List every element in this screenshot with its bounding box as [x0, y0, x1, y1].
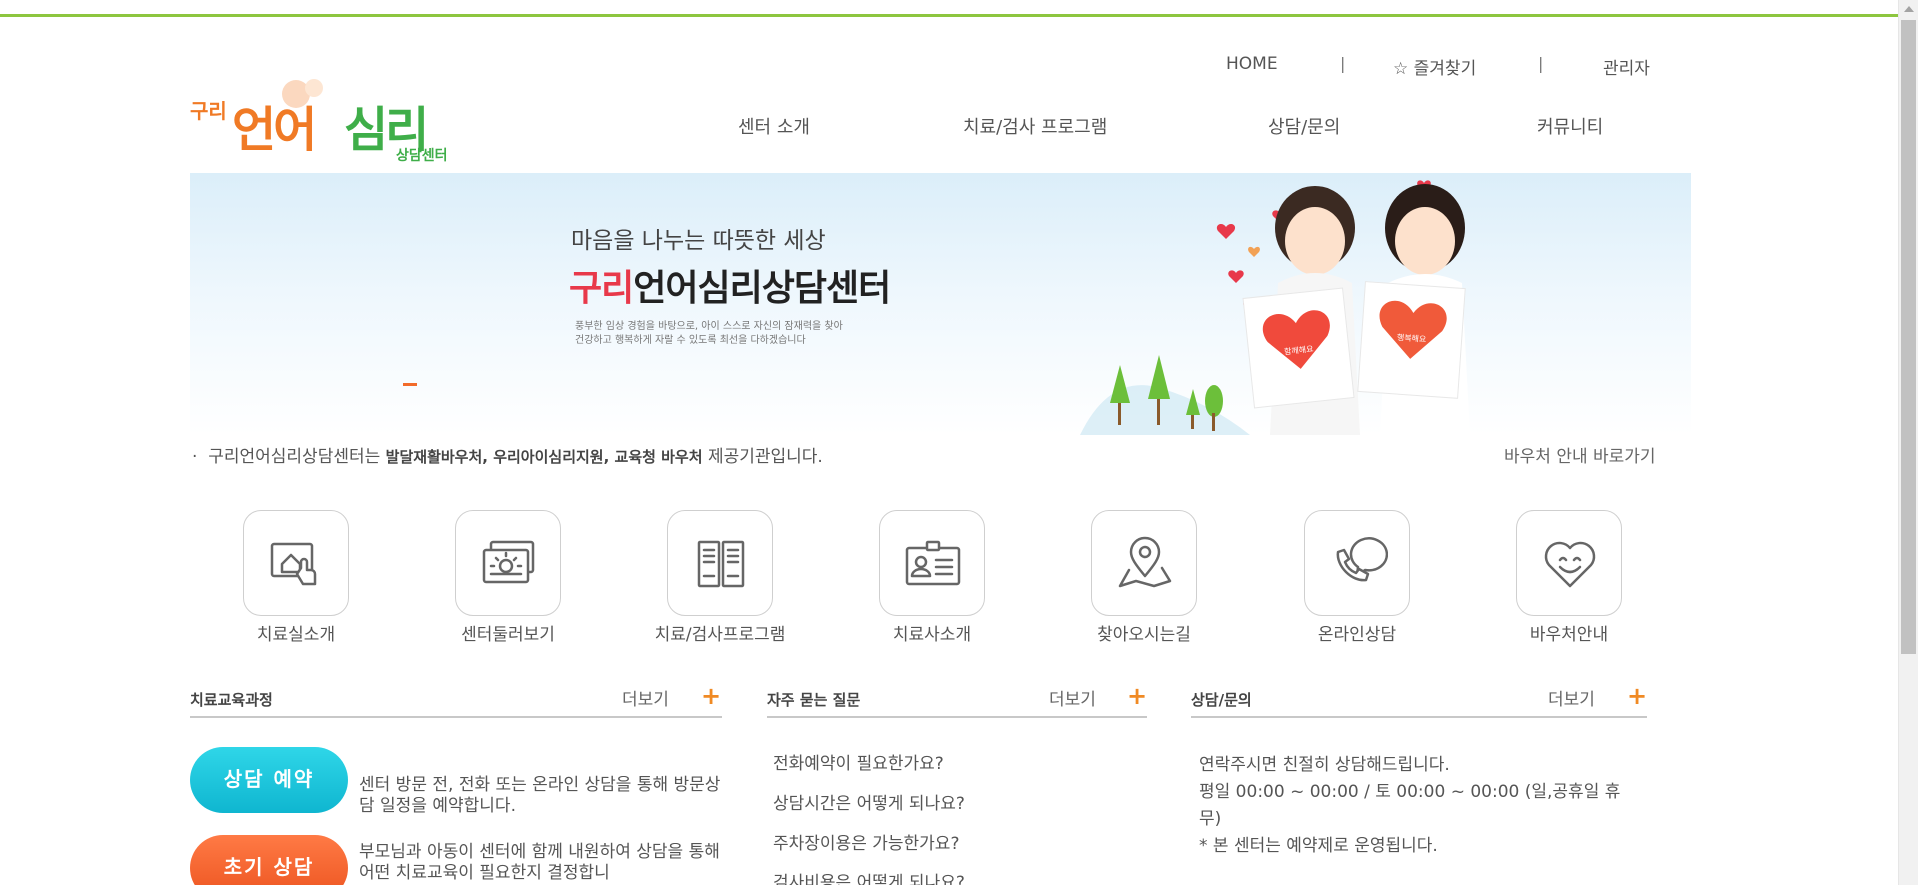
contact-plus-icon[interactable]: + [1627, 682, 1647, 710]
scroll-up-arrow-icon[interactable] [1904, 6, 1914, 12]
nav-center-intro[interactable]: 센터 소개 [738, 113, 810, 139]
heart-smile-icon [1544, 541, 1596, 588]
logo-text-main1: 언어 [232, 102, 314, 158]
top-accent-line [0, 14, 1898, 17]
voucher-notice: · 구리언어심리상담센터는 발달재활바우처, 우리아이심리지원, 교육청 바우처… [192, 447, 823, 467]
banner-description: 풍부한 임상 경험을 바탕으로, 아이 스스로 자신의 잠재력을 찾아 건강하고… [575, 321, 843, 346]
faq-section-title: 자주 묻는 질문 [767, 691, 861, 709]
course-plus-icon[interactable]: + [701, 682, 721, 710]
faq-item[interactable]: 주차장이용은 가능한가요? [773, 829, 959, 854]
quick-link-label[interactable]: 온라인상담 [1247, 620, 1467, 645]
quick-link-voucher[interactable] [1516, 510, 1622, 616]
quick-link-label[interactable]: 센터둘러보기 [398, 620, 618, 645]
faq-more-link[interactable]: 더보기 [1049, 685, 1096, 710]
faq-item[interactable]: 전화예약이 필요한가요? [773, 749, 944, 774]
faq-plus-icon[interactable]: + [1127, 682, 1147, 710]
admin-link[interactable]: 관리자 [1603, 54, 1650, 79]
initial-consult-button[interactable]: 초기 상담 [190, 835, 348, 885]
quick-link-label[interactable]: 치료실소개 [186, 620, 406, 645]
banner-illustration: 함께해요 행복해요 [1080, 180, 1470, 435]
vertical-scrollbar[interactable] [1898, 0, 1918, 885]
logo-text-small: 구리 [190, 99, 227, 123]
course-more-link[interactable]: 더보기 [622, 685, 669, 710]
room-touch-icon [270, 542, 317, 586]
faq-item[interactable]: 검사비용은 어떻게 되나요? [773, 868, 965, 885]
nav-programs[interactable]: 치료/검사 프로그램 [963, 113, 1107, 139]
photos-icon [482, 540, 535, 584]
contact-info: 연락주시면 친절히 상담해드립니다. 평일 00:00 ~ 00:00 / 토 … [1199, 755, 1621, 856]
banner-slogan: 마음을 나누는 따뜻한 세상 [571, 228, 826, 254]
quick-link-directions[interactable] [1091, 510, 1197, 616]
quick-link-label[interactable]: 치료사소개 [822, 620, 1042, 645]
nav-consult[interactable]: 상담/문의 [1268, 113, 1340, 139]
section-divider [1191, 716, 1647, 718]
logo-graphic: 구리 언어 심리 상담센터 [190, 79, 448, 164]
quick-link-label[interactable]: 치료/검사프로그램 [610, 620, 830, 645]
menu-separator: | [1538, 54, 1544, 73]
faq-item[interactable]: 상담시간은 어떻게 되나요? [773, 789, 965, 814]
slide-indicator[interactable] [403, 383, 417, 386]
quick-link-treatment-room[interactable] [243, 510, 349, 616]
reservation-description: 센터 방문 전, 전화 또는 온라인 상담을 통해 방문상담 일정을 예약합니다… [359, 775, 721, 816]
quick-link-tour[interactable] [455, 510, 561, 616]
contact-more-link[interactable]: 더보기 [1548, 685, 1595, 710]
quick-link-online-consult[interactable] [1304, 510, 1410, 616]
section-divider [190, 716, 722, 718]
logo[interactable]: 구리 언어 심리 상담센터 [188, 78, 470, 164]
phone-bubble-icon [1336, 537, 1388, 582]
map-pin-icon [1118, 536, 1172, 588]
bookmark-link[interactable]: ☆ 즐겨찾기 [1393, 54, 1476, 79]
main-banner: 마음을 나누는 따뜻한 세상 구리언어심리상담센터 풍부한 임상 경험을 바탕으… [190, 173, 1691, 435]
scrollbar-thumb[interactable] [1901, 20, 1916, 654]
logo-text-sub: 상담센터 [396, 147, 448, 162]
nav-community[interactable]: 커뮤니티 [1537, 113, 1603, 139]
contact-section-title: 상담/문의 [1191, 691, 1252, 709]
menu-separator: | [1340, 54, 1346, 73]
quick-link-label[interactable]: 바우처안내 [1459, 620, 1679, 645]
reservation-button[interactable]: 상담 예약 [190, 747, 348, 813]
home-link[interactable]: HOME [1226, 54, 1278, 74]
quick-link-label[interactable]: 찾아오시는길 [1034, 620, 1254, 645]
id-card-icon [905, 540, 961, 586]
quick-link-programs[interactable] [667, 510, 773, 616]
voucher-guide-link[interactable]: 바우처 안내 바로가기 [1504, 442, 1656, 467]
book-icon [697, 540, 745, 588]
course-section-title: 치료교육과정 [190, 691, 273, 709]
section-divider [767, 716, 1147, 718]
banner-title: 구리언어심리상담센터 [569, 268, 891, 309]
initial-consult-description: 부모님과 아동이 센터에 함께 내원하여 상담을 통해 어떤 치료교육이 필요한… [359, 842, 720, 883]
quick-link-therapists[interactable] [879, 510, 985, 616]
svg-text:행복해요: 행복해요 [1397, 332, 1427, 344]
